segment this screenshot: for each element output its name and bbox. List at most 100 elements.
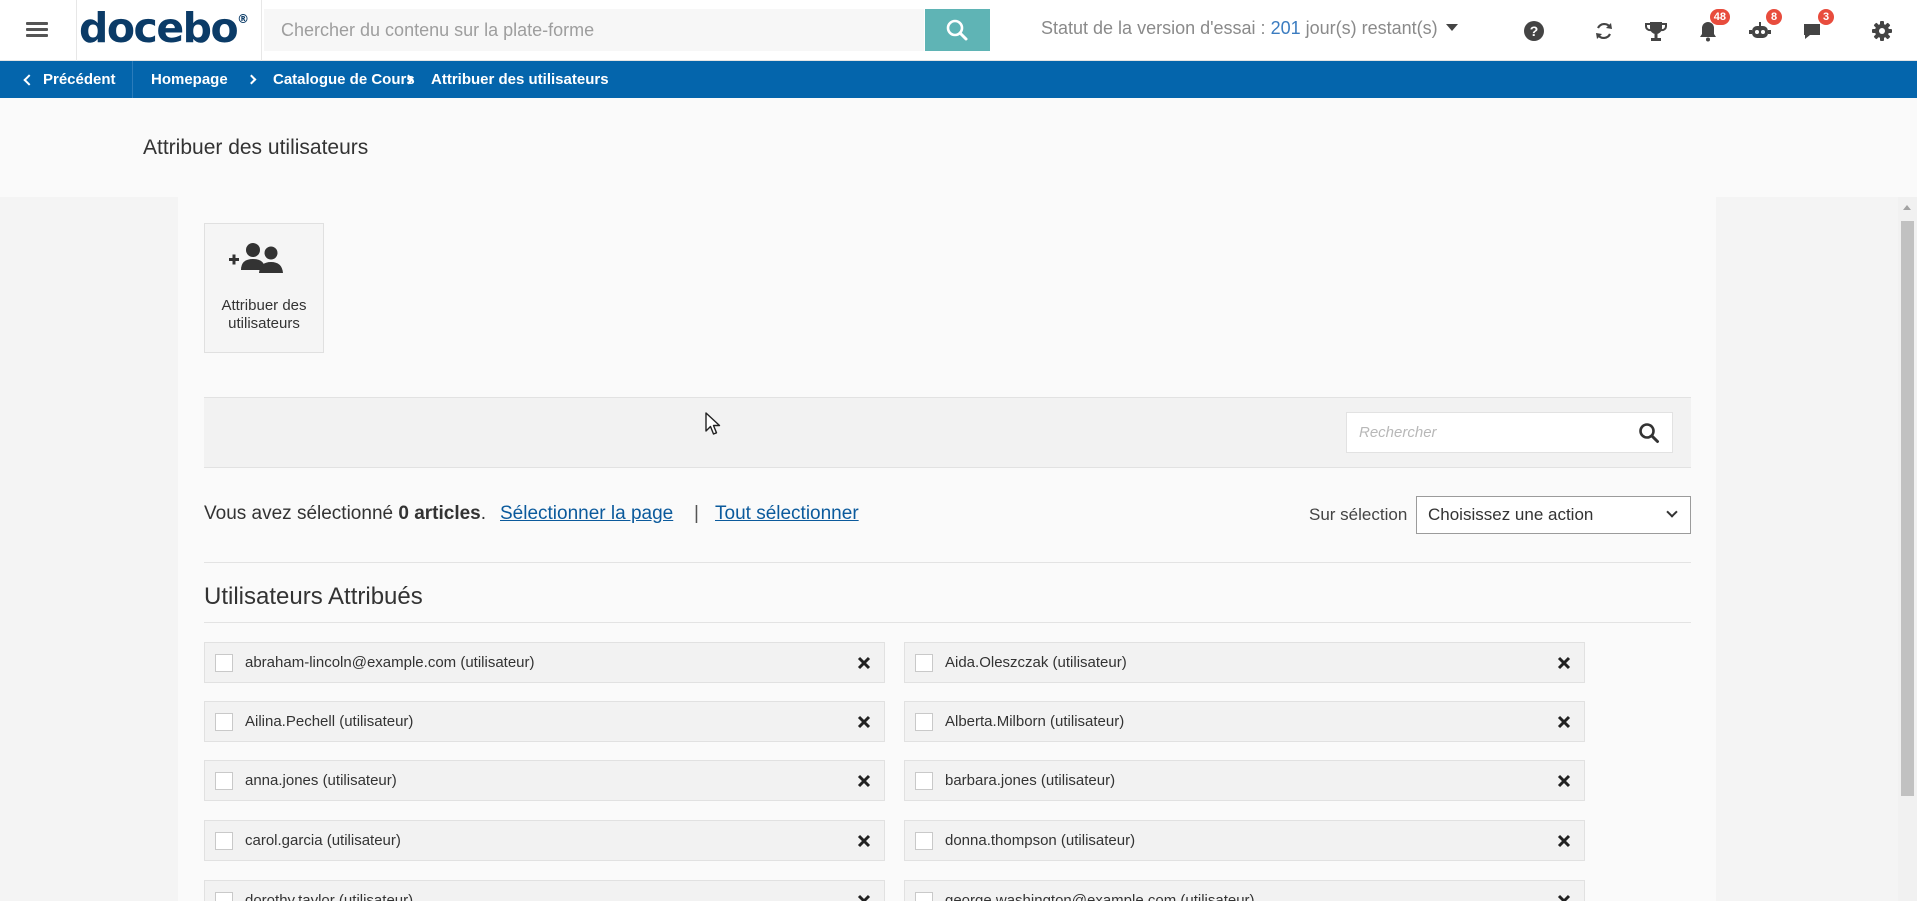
assigned-user-row: george.washington@example.com (utilisate…: [904, 880, 1585, 901]
docebo-logo: docebo®: [79, 4, 250, 52]
user-label: donna.thompson (utilisateur): [945, 832, 1136, 849]
trial-status-dropdown[interactable]: Statut de la version d'essai : 201 jour(…: [1041, 18, 1458, 39]
chevron-right-icon: [246, 74, 257, 85]
assigned-user-row: abraham-lincoln@example.com (utilisateur…: [204, 642, 885, 683]
search-icon[interactable]: [1638, 422, 1660, 444]
select-page-link[interactable]: Sélectionner la page: [500, 503, 673, 525]
link-separator: |: [694, 503, 699, 524]
help-icon[interactable]: ?: [1520, 17, 1548, 45]
page-title: Attribuer des utilisateurs: [143, 136, 369, 159]
scroll-up-arrow-icon[interactable]: [1903, 205, 1911, 210]
user-label: Ailina.Pechell (utilisateur): [245, 713, 414, 730]
mouse-cursor-icon: [705, 412, 721, 435]
page-scrollbar[interactable]: [1898, 197, 1917, 901]
trial-status-suffix: jour(s) restant(s): [1300, 18, 1438, 38]
user-checkbox[interactable]: [915, 772, 933, 790]
user-checkbox[interactable]: [215, 713, 233, 731]
back-label: Précédent: [43, 71, 116, 88]
sync-icon[interactable]: [1590, 17, 1618, 45]
trial-days-count: 201: [1270, 18, 1301, 38]
remove-icon[interactable]: [1554, 653, 1574, 673]
add-users-icon: [229, 243, 283, 273]
user-checkbox[interactable]: [215, 654, 233, 672]
remove-icon[interactable]: [854, 653, 874, 673]
assign-users-tile[interactable]: Attribuer des utilisateurs: [204, 223, 324, 353]
remove-icon[interactable]: [854, 771, 874, 791]
assigned-user-row: donna.thompson (utilisateur): [904, 820, 1585, 861]
user-checkbox[interactable]: [215, 772, 233, 790]
assigned-user-row: Ailina.Pechell (utilisateur): [204, 701, 885, 742]
bulk-action-select[interactable]: Choisissez une action: [1416, 496, 1691, 534]
breadcrumb: Précédent Homepage Catalogue de Cours At…: [0, 61, 1917, 98]
remove-icon[interactable]: [1554, 712, 1574, 732]
on-selection-label: Sur sélection: [1309, 505, 1408, 524]
remove-icon[interactable]: [854, 891, 874, 901]
user-label: anna.jones (utilisateur): [245, 772, 397, 789]
chevron-down-icon: [1666, 506, 1678, 518]
assigned-user-row: dorothy.taylor (utilisateur): [204, 880, 885, 901]
filter-search-input[interactable]: [1347, 413, 1617, 452]
logo-container[interactable]: docebo®: [76, 0, 262, 61]
user-checkbox[interactable]: [215, 892, 233, 901]
robot-icon[interactable]: 8: [1746, 9, 1782, 45]
global-search-input[interactable]: [265, 10, 923, 50]
global-search-button[interactable]: [925, 9, 990, 51]
user-checkbox[interactable]: [215, 832, 233, 850]
divider: [204, 562, 1691, 563]
breadcrumb-item-catalogue[interactable]: Catalogue de Cours: [273, 61, 415, 98]
user-checkbox[interactable]: [915, 832, 933, 850]
remove-icon[interactable]: [1554, 771, 1574, 791]
page-header: Attribuer des utilisateurs: [0, 98, 1917, 197]
svg-text:?: ?: [1530, 23, 1539, 39]
assigned-user-row: barbara.jones (utilisateur): [904, 760, 1585, 801]
select-all-link[interactable]: Tout sélectionner: [715, 503, 859, 525]
assigned-users-title: Utilisateurs Attribués: [204, 583, 423, 610]
filter-search-field: [1346, 412, 1673, 453]
remove-icon[interactable]: [1554, 891, 1574, 901]
breadcrumb-item-homepage[interactable]: Homepage: [151, 61, 228, 98]
user-label: abraham-lincoln@example.com (utilisateur…: [245, 654, 535, 671]
bulk-action-value: Choisissez une action: [1428, 505, 1594, 524]
search-icon: [946, 19, 968, 41]
user-checkbox[interactable]: [915, 892, 933, 901]
bell-icon[interactable]: 48: [1694, 9, 1730, 45]
scrollbar-thumb[interactable]: [1901, 221, 1914, 796]
selection-count: 0 articles: [398, 503, 481, 524]
assigned-user-row: anna.jones (utilisateur): [204, 760, 885, 801]
selection-suffix: .: [480, 503, 487, 524]
top-navigation-bar: docebo® Statut de la version d'essai : 2…: [0, 0, 1917, 61]
user-label: george.washington@example.com (utilisate…: [945, 892, 1255, 901]
tile-label-line: utilisateurs: [228, 315, 300, 332]
menu-icon[interactable]: [22, 18, 54, 42]
user-label: carol.garcia (utilisateur): [245, 832, 401, 849]
assigned-user-row: Aida.Oleszczak (utilisateur): [904, 642, 1585, 683]
user-label: barbara.jones (utilisateur): [945, 772, 1116, 789]
back-button[interactable]: Précédent: [0, 61, 133, 98]
selection-prefix: Vous avez sélectionné: [204, 503, 399, 524]
messages-badge: 3: [1818, 9, 1834, 25]
notifications-badge: 48: [1709, 9, 1730, 25]
global-search-field: [264, 9, 924, 51]
divider: [204, 622, 1691, 623]
caret-down-icon: [1445, 23, 1458, 31]
assistant-badge: 8: [1766, 9, 1782, 25]
remove-icon[interactable]: [854, 712, 874, 732]
user-label: Aida.Oleszczak (utilisateur): [945, 654, 1127, 671]
chevron-left-icon: [23, 73, 35, 86]
user-checkbox[interactable]: [915, 654, 933, 672]
tile-label-line: Attribuer des: [221, 297, 307, 314]
assigned-user-row: Alberta.Milborn (utilisateur): [904, 701, 1585, 742]
breadcrumb-item-current: Attribuer des utilisateurs: [431, 71, 609, 88]
selection-info: Vous avez sélectionné 0 articles.: [204, 503, 486, 525]
trophy-icon[interactable]: [1642, 17, 1670, 45]
assigned-user-row: carol.garcia (utilisateur): [204, 820, 885, 861]
chat-icon[interactable]: 3: [1798, 9, 1834, 45]
user-checkbox[interactable]: [915, 713, 933, 731]
trial-status-prefix: Statut de la version d'essai :: [1041, 18, 1271, 38]
user-label: Alberta.Milborn (utilisateur): [945, 713, 1125, 730]
user-label: dorothy.taylor (utilisateur): [245, 892, 414, 901]
gear-icon[interactable]: [1868, 17, 1896, 45]
remove-icon[interactable]: [854, 831, 874, 851]
remove-icon[interactable]: [1554, 831, 1574, 851]
assign-users-tile-label: Attribuer des utilisateurs: [205, 297, 323, 333]
